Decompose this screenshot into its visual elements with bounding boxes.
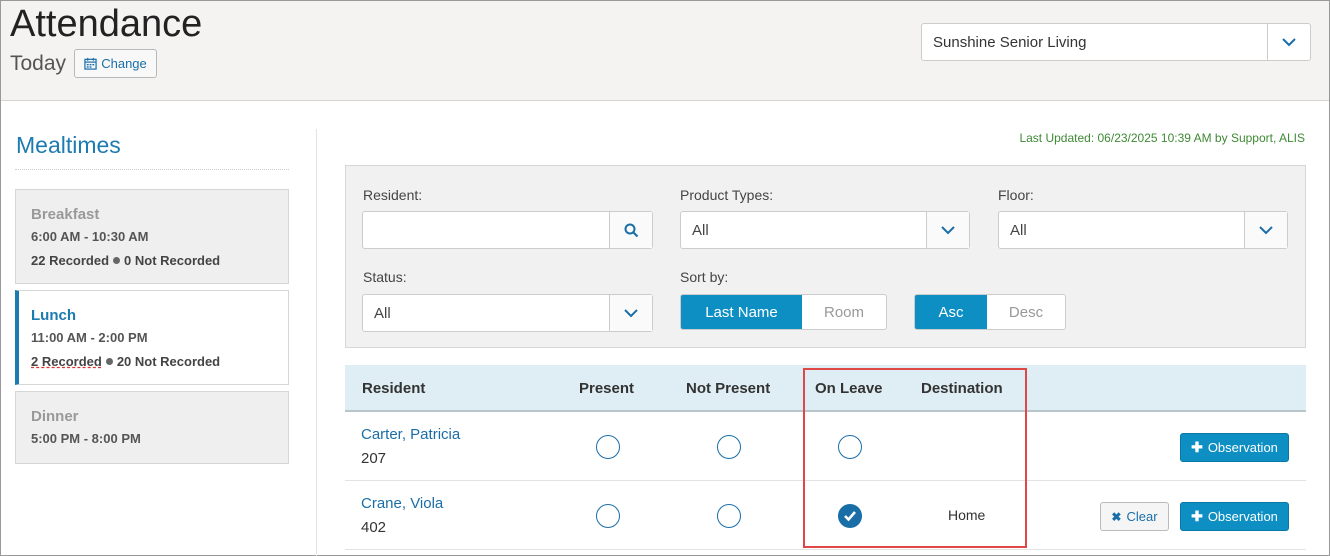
product-types-label: Product Types: [680, 187, 774, 203]
page-title: Attendance [10, 3, 203, 45]
change-date-button[interactable]: Change [74, 49, 157, 78]
column-resident[interactable]: Resident [362, 380, 425, 397]
chevron-down-icon[interactable] [1267, 24, 1310, 60]
clear-button[interactable]: ✖ Clear [1100, 502, 1169, 531]
meal-item-breakfast[interactable]: Breakfast 6:00 AM - 10:30 AM 22 Recorded… [15, 189, 289, 284]
meal-counts: 22 Recorded 0 Not Recorded [31, 253, 288, 268]
page-header: Attendance Today Change Sunshine Senior … [1, 1, 1329, 101]
annotation-highlight-box [803, 368, 1027, 548]
meal-item-dinner[interactable]: Dinner 5:00 PM - 8:00 PM [15, 391, 289, 464]
order-asc-button[interactable]: Asc [915, 295, 987, 329]
date-label: Today [10, 52, 67, 75]
last-updated: Last Updated: 06/23/2025 10:39 AM by Sup… [1019, 131, 1305, 145]
status-label: Status: [363, 269, 407, 285]
floor-label: Floor: [998, 187, 1034, 203]
divider [15, 169, 289, 170]
facility-select[interactable]: Sunshine Senior Living [921, 23, 1311, 61]
plus-icon: ✚ [1191, 439, 1203, 455]
resident-room: 402 [361, 519, 387, 536]
meal-name: Dinner [31, 408, 79, 425]
add-observation-button[interactable]: ✚ Observation [1180, 433, 1289, 462]
chevron-down-icon[interactable] [609, 295, 652, 331]
bullet-icon [113, 257, 121, 264]
change-button-label: Change [101, 56, 147, 71]
meal-counts: 2 Recorded 20 Not Recorded [31, 354, 288, 369]
product-types-select[interactable]: All [680, 211, 970, 249]
column-present: Present [579, 380, 635, 397]
meal-name: Lunch [31, 307, 76, 324]
meal-hours: 6:00 AM - 10:30 AM [31, 229, 149, 244]
resident-name-link[interactable]: Carter, Patricia [361, 426, 460, 443]
observation-label: Observation [1207, 509, 1278, 524]
facility-value: Sunshine Senior Living [933, 33, 1087, 51]
sort-room-button[interactable]: Room [802, 295, 886, 329]
recorded-count: 2 Recorded [31, 354, 102, 369]
meal-item-lunch[interactable]: Lunch 11:00 AM - 2:00 PM 2 Recorded 20 N… [15, 290, 289, 385]
sort-toggle: Last Name Room [680, 294, 887, 330]
product-types-value: All [692, 221, 709, 239]
not-present-radio[interactable] [717, 435, 741, 459]
observation-label: Observation [1207, 440, 1278, 455]
meal-name: Breakfast [31, 206, 100, 223]
meal-hours: 5:00 PM - 8:00 PM [31, 431, 141, 446]
status-select[interactable]: All [362, 294, 653, 332]
resident-room: 207 [361, 450, 387, 467]
bullet-icon [105, 358, 113, 365]
chevron-down-icon[interactable] [926, 212, 969, 248]
filter-panel: Resident: Product Types: All Floor: All … [345, 165, 1306, 348]
order-desc-button[interactable]: Desc [987, 295, 1065, 329]
column-divider [316, 129, 317, 556]
mealtimes-title: Mealtimes [16, 132, 121, 158]
resident-name-link[interactable]: Crane, Viola [361, 495, 443, 512]
clear-label: Clear [1126, 509, 1158, 524]
meal-hours: 11:00 AM - 2:00 PM [31, 330, 148, 345]
present-radio[interactable] [596, 435, 620, 459]
status-value: All [374, 304, 391, 322]
order-toggle: Asc Desc [914, 294, 1066, 330]
column-not-present: Not Present [686, 380, 771, 397]
recorded-count: 22 Recorded [31, 253, 110, 268]
resident-filter-label: Resident: [363, 187, 423, 203]
not-present-radio[interactable] [717, 504, 741, 528]
present-radio[interactable] [596, 504, 620, 528]
sort-label: Sort by: [680, 269, 729, 285]
search-icon[interactable] [609, 212, 652, 248]
not-recorded-count: 0 Not Recorded [124, 253, 221, 268]
calendar-icon [84, 57, 97, 70]
not-recorded-count: 20 Not Recorded [116, 354, 221, 369]
plus-icon: ✚ [1191, 508, 1203, 524]
close-icon: ✖ [1111, 509, 1122, 524]
add-observation-button[interactable]: ✚ Observation [1180, 502, 1289, 531]
floor-value: All [1010, 221, 1027, 239]
floor-select[interactable]: All [998, 211, 1288, 249]
sort-last-name-button[interactable]: Last Name [681, 295, 802, 329]
resident-search-input[interactable] [362, 211, 653, 249]
chevron-down-icon[interactable] [1244, 212, 1287, 248]
